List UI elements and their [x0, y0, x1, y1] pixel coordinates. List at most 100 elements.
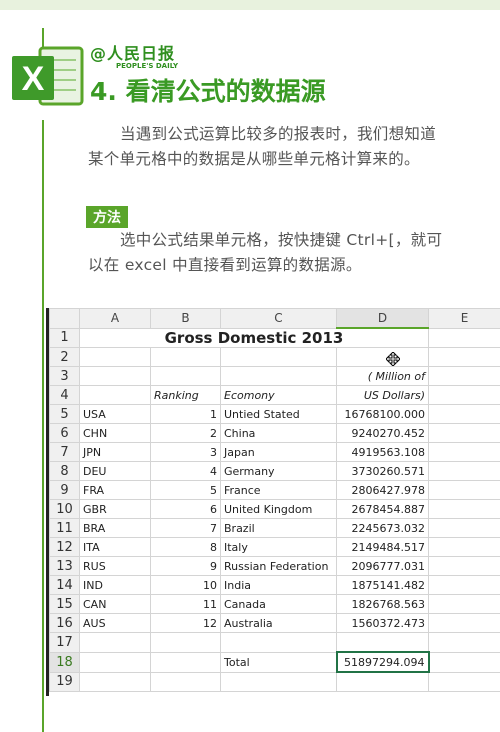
cell[interactable] — [428, 442, 500, 462]
economy-name-cell[interactable]: India — [220, 575, 337, 595]
economy-name-cell[interactable]: Australia — [220, 613, 337, 633]
gdp-value-cell[interactable]: 2096777.031 — [336, 556, 429, 576]
cell[interactable] — [150, 671, 221, 692]
cell[interactable] — [428, 651, 500, 673]
rank-cell[interactable]: 9 — [150, 556, 221, 576]
select-all-corner[interactable] — [49, 308, 80, 329]
cell[interactable] — [428, 366, 500, 386]
rank-cell[interactable]: 3 — [150, 442, 221, 462]
rank-cell[interactable]: 2 — [150, 423, 221, 443]
total-value-cell[interactable]: 51897294.094 — [335, 651, 430, 673]
country-code-cell[interactable]: JPN — [79, 442, 151, 462]
row-header[interactable]: 11 — [49, 518, 80, 538]
row-header[interactable]: 14 — [49, 575, 80, 595]
country-code-cell[interactable]: CHN — [79, 423, 151, 443]
cell[interactable] — [428, 556, 500, 576]
country-code-cell[interactable]: USA — [79, 404, 151, 424]
cell[interactable] — [150, 651, 221, 673]
rank-cell[interactable]: 5 — [150, 480, 221, 500]
country-code-cell[interactable]: BRA — [79, 518, 151, 538]
cell[interactable] — [428, 632, 500, 653]
row-header[interactable]: 7 — [49, 442, 80, 462]
unit-cell[interactable]: ( Million of — [336, 366, 429, 386]
cell[interactable] — [428, 613, 500, 633]
gdp-value-cell[interactable]: 2806427.978 — [336, 480, 429, 500]
economy-header-cell[interactable]: Ecomony — [220, 385, 337, 405]
economy-name-cell[interactable]: Italy — [220, 537, 337, 557]
row-header[interactable]: 15 — [49, 594, 80, 614]
country-code-cell[interactable]: RUS — [79, 556, 151, 576]
cell[interactable] — [428, 537, 500, 557]
cell[interactable] — [428, 404, 500, 424]
cell[interactable] — [220, 366, 337, 386]
economy-name-cell[interactable]: China — [220, 423, 337, 443]
cell[interactable] — [336, 671, 429, 692]
country-code-cell[interactable]: ITA — [79, 537, 151, 557]
cell[interactable] — [336, 632, 429, 653]
gdp-value-cell[interactable]: 9240270.452 — [336, 423, 429, 443]
cell[interactable] — [79, 651, 151, 673]
cell[interactable] — [79, 671, 151, 692]
gdp-value-cell[interactable]: 1875141.482 — [336, 575, 429, 595]
country-code-cell[interactable]: CAN — [79, 594, 151, 614]
cell[interactable] — [336, 347, 429, 367]
cell[interactable] — [150, 347, 221, 367]
cell[interactable] — [428, 385, 500, 405]
column-header-a[interactable]: A — [79, 308, 151, 329]
country-code-cell[interactable]: DEU — [79, 461, 151, 481]
cell[interactable] — [428, 480, 500, 500]
row-header[interactable]: 10 — [49, 499, 80, 519]
gdp-value-cell[interactable]: 2149484.517 — [336, 537, 429, 557]
row-header[interactable]: 5 — [49, 404, 80, 424]
rank-cell[interactable]: 7 — [150, 518, 221, 538]
gdp-value-cell[interactable]: 3730260.571 — [336, 461, 429, 481]
row-header[interactable]: 9 — [49, 480, 80, 500]
cell[interactable] — [79, 385, 151, 405]
country-code-cell[interactable]: IND — [79, 575, 151, 595]
cell[interactable] — [150, 632, 221, 653]
cell[interactable] — [428, 461, 500, 481]
unit-cell[interactable]: US Dollars) — [336, 385, 429, 405]
cell[interactable] — [428, 327, 500, 348]
total-label-cell[interactable]: Total — [220, 651, 337, 673]
row-header[interactable]: 13 — [49, 556, 80, 576]
cell[interactable] — [150, 366, 221, 386]
cell[interactable] — [428, 499, 500, 519]
rank-cell[interactable]: 10 — [150, 575, 221, 595]
rank-cell[interactable]: 1 — [150, 404, 221, 424]
economy-name-cell[interactable]: Germany — [220, 461, 337, 481]
country-code-cell[interactable]: GBR — [79, 499, 151, 519]
gdp-value-cell[interactable]: 2678454.887 — [336, 499, 429, 519]
column-header-c[interactable]: C — [220, 308, 337, 329]
row-header[interactable]: 8 — [49, 461, 80, 481]
gdp-value-cell[interactable]: 2245673.032 — [336, 518, 429, 538]
gdp-value-cell[interactable]: 16768100.000 — [336, 404, 429, 424]
column-header-e[interactable]: E — [428, 308, 500, 329]
rank-cell[interactable]: 12 — [150, 613, 221, 633]
economy-name-cell[interactable]: Canada — [220, 594, 337, 614]
economy-name-cell[interactable]: Russian Federation — [220, 556, 337, 576]
cell[interactable] — [428, 347, 500, 367]
cell[interactable] — [220, 671, 337, 692]
country-code-cell[interactable]: FRA — [79, 480, 151, 500]
column-header-b[interactable]: B — [150, 308, 221, 329]
cell[interactable] — [79, 632, 151, 653]
economy-name-cell[interactable]: Japan — [220, 442, 337, 462]
row-header[interactable]: 16 — [49, 613, 80, 633]
cell[interactable] — [428, 594, 500, 614]
cell[interactable] — [220, 632, 337, 653]
row-header[interactable]: 6 — [49, 423, 80, 443]
gdp-value-cell[interactable]: 4919563.108 — [336, 442, 429, 462]
cell[interactable] — [428, 423, 500, 443]
sheet-title-cell[interactable]: Gross Domestic 2013 — [79, 327, 429, 348]
cell[interactable] — [79, 347, 151, 367]
row-header[interactable]: 17 — [49, 632, 80, 653]
gdp-value-cell[interactable]: 1560372.473 — [336, 613, 429, 633]
row-header[interactable]: 4 — [49, 385, 80, 405]
cell[interactable] — [79, 366, 151, 386]
ranking-header-cell[interactable]: Ranking — [150, 385, 221, 405]
row-header[interactable]: 1 — [49, 327, 80, 348]
row-header[interactable]: 2 — [49, 347, 80, 367]
country-code-cell[interactable]: AUS — [79, 613, 151, 633]
gdp-value-cell[interactable]: 1826768.563 — [336, 594, 429, 614]
